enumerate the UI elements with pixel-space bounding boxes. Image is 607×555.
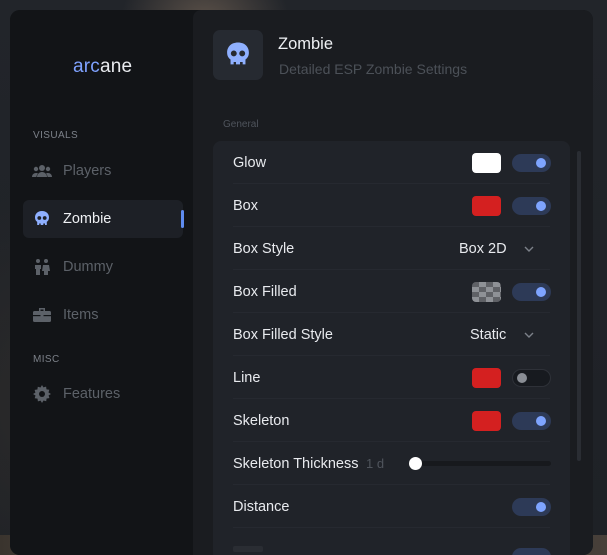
sidebar-item-items[interactable]: Items (23, 296, 183, 334)
settings-panel: Zombie Detailed ESP Zombie Settings Gene… (193, 10, 593, 555)
setting-row-skeleton: Skeleton (213, 399, 570, 442)
sidebar-item-players[interactable]: Players (23, 152, 183, 190)
sidebar-item-dummy[interactable]: Dummy (23, 248, 183, 286)
setting-row-partial (213, 528, 570, 555)
toggle-line[interactable] (512, 368, 551, 387)
toggle-box-filled[interactable] (512, 282, 551, 301)
sidebar-item-label: Zombie (63, 211, 112, 227)
settings-list: Glow Box Box Style Box 2D Box Filled Box… (213, 141, 570, 555)
sidebar-item-label: Dummy (63, 259, 113, 275)
section-label-visuals: VISUALS (33, 130, 79, 141)
color-picker-skeleton[interactable] (472, 410, 501, 431)
sidebar-item-features[interactable]: Features (23, 375, 183, 413)
sidebar-item-label: Items (63, 307, 99, 323)
setting-label: Skeleton Thickness (233, 455, 359, 472)
section-label-misc: MISC (33, 354, 60, 365)
sidebar-item-label: Players (63, 163, 112, 179)
thickness-slider[interactable] (409, 457, 551, 470)
sidebar: arcane VISUALS Players Zombie Dummy Item… (10, 10, 193, 555)
sidebar-item-zombie[interactable]: Zombie (23, 200, 184, 238)
setting-label: Line (233, 369, 261, 386)
toggle-glow[interactable] (512, 153, 551, 172)
briefcase-icon (32, 305, 52, 325)
setting-row-line: Line (213, 356, 570, 399)
slider-value: 1 d (366, 456, 385, 471)
setting-label: Distance (233, 498, 290, 515)
brand-logo: arcane (73, 56, 132, 78)
active-indicator (181, 210, 184, 228)
brand-part-1: arc (73, 56, 100, 77)
setting-label: Box Filled Style (233, 326, 333, 343)
setting-row-box-style[interactable]: Box Style Box 2D (213, 227, 570, 270)
dropdown-value[interactable]: Box 2D (459, 241, 507, 257)
scrollbar[interactable] (577, 151, 581, 461)
page-title: Zombie (278, 35, 334, 53)
setting-label: Glow (233, 154, 267, 171)
app-window: arcane VISUALS Players Zombie Dummy Item… (10, 10, 593, 555)
brand-part-2: ane (100, 56, 133, 77)
toggle-knob (536, 415, 546, 426)
setting-label: Box Filled (233, 283, 297, 300)
chevron-down-icon[interactable] (523, 243, 535, 255)
toggle-knob (517, 372, 527, 383)
color-picker-glow[interactable] (472, 152, 501, 173)
setting-row-box-filled-style[interactable]: Box Filled Style Static (213, 313, 570, 356)
color-picker-line[interactable] (472, 367, 501, 388)
toggle-distance[interactable] (512, 497, 551, 516)
setting-row-distance: Distance (213, 485, 570, 528)
setting-label: Skeleton (233, 412, 290, 429)
group-label: General (223, 119, 259, 130)
toggle-partial[interactable] (512, 548, 551, 555)
color-picker-box-filled[interactable] (472, 281, 501, 302)
toggle-box[interactable] (512, 196, 551, 215)
setting-row-glow: Glow (213, 141, 570, 184)
toggle-knob (536, 501, 546, 512)
skull-icon (32, 209, 52, 229)
setting-row-skeleton-thickness: Skeleton Thickness 1 d (213, 442, 570, 485)
setting-label: Box Style (233, 240, 295, 257)
gear-icon (32, 384, 52, 404)
dummy-icon (32, 257, 52, 277)
page-subtitle: Detailed ESP Zombie Settings (279, 61, 468, 77)
users-icon (32, 161, 52, 181)
dropdown-value[interactable]: Static (470, 327, 506, 343)
skull-icon (213, 30, 263, 80)
toggle-knob (536, 200, 546, 211)
toggle-knob (536, 157, 546, 168)
setting-row-box: Box (213, 184, 570, 227)
row-label-cutoff (233, 546, 263, 552)
color-picker-box[interactable] (472, 195, 501, 216)
toggle-knob (536, 286, 546, 297)
sidebar-item-label: Features (63, 386, 121, 402)
slider-thumb[interactable] (409, 457, 422, 470)
toggle-skeleton[interactable] (512, 411, 551, 430)
chevron-down-icon[interactable] (523, 329, 535, 341)
setting-label: Box (233, 197, 258, 214)
setting-row-box-filled: Box Filled (213, 270, 570, 313)
